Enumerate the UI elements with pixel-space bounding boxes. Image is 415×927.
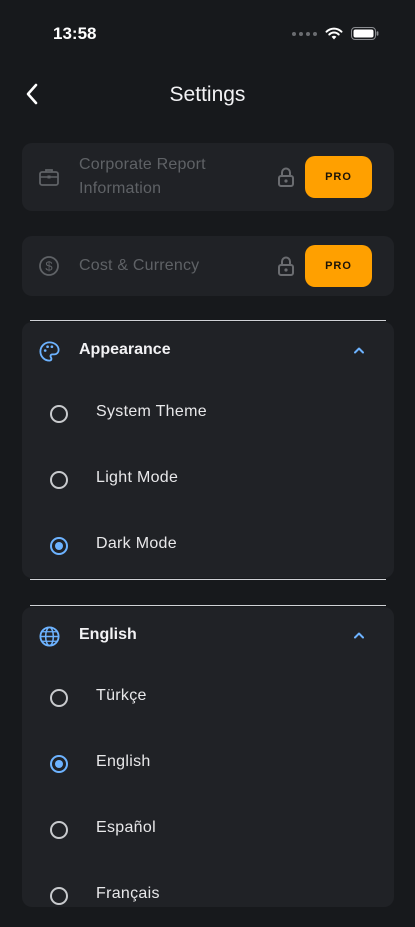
- language-section: English Türkçe English Español Français: [22, 607, 394, 907]
- radio-button[interactable]: [50, 471, 68, 489]
- divider: [30, 320, 386, 321]
- option-spanish[interactable]: Español: [22, 799, 394, 861]
- pro-badge-button[interactable]: PRO: [305, 245, 372, 287]
- option-label: Español: [96, 819, 156, 836]
- divider: [30, 605, 386, 606]
- lock-icon: [278, 167, 294, 187]
- option-label: Light Mode: [96, 469, 179, 486]
- appearance-title: Appearance: [79, 341, 171, 358]
- appearance-header[interactable]: Appearance: [22, 322, 394, 382]
- navigation-bar: Settings: [0, 64, 415, 126]
- cost-currency-item[interactable]: $ Cost & Currency PRO: [22, 236, 394, 296]
- option-light-mode[interactable]: Light Mode: [22, 449, 394, 511]
- option-label: Français: [96, 885, 160, 902]
- option-dark-mode[interactable]: Dark Mode: [22, 515, 394, 577]
- page-title: Settings: [169, 83, 246, 106]
- wifi-icon: [325, 27, 343, 40]
- dollar-circle-icon: $: [39, 256, 59, 276]
- corporate-report-label: Corporate Report Information: [79, 153, 206, 201]
- language-header[interactable]: English: [22, 607, 394, 667]
- svg-text:$: $: [45, 259, 53, 274]
- radio-button[interactable]: [50, 887, 68, 905]
- corporate-report-item[interactable]: Corporate Report Information PRO: [22, 143, 394, 211]
- briefcase-icon: [39, 169, 59, 186]
- divider: [30, 579, 386, 580]
- chevron-up-icon: [354, 632, 364, 639]
- palette-icon: [39, 341, 60, 362]
- cost-currency-label: Cost & Currency: [79, 257, 200, 274]
- option-label: English: [96, 753, 151, 770]
- option-system-theme[interactable]: System Theme: [22, 383, 394, 445]
- option-label: System Theme: [96, 403, 207, 420]
- radio-button[interactable]: [50, 405, 68, 423]
- battery-icon: [351, 27, 379, 40]
- status-bar: 13:58: [0, 0, 415, 64]
- status-time: 13:58: [53, 24, 97, 43]
- option-english[interactable]: English: [22, 733, 394, 795]
- globe-icon: [39, 626, 60, 647]
- cellular-signal-icon: [292, 31, 317, 36]
- option-label: Türkçe: [96, 687, 147, 704]
- radio-button[interactable]: [50, 821, 68, 839]
- chevron-up-icon: [354, 347, 364, 354]
- corporate-report-label-line1: Corporate Report: [79, 156, 206, 173]
- option-french[interactable]: Français: [22, 865, 394, 927]
- language-title: English: [79, 626, 137, 643]
- appearance-section: Appearance System Theme Light Mode Dark …: [22, 322, 394, 578]
- radio-button-selected[interactable]: [50, 537, 68, 555]
- option-label: Dark Mode: [96, 535, 177, 552]
- status-icons: [292, 27, 379, 40]
- pro-badge-button[interactable]: PRO: [305, 156, 372, 198]
- option-turkish[interactable]: Türkçe: [22, 667, 394, 729]
- radio-button-selected[interactable]: [50, 755, 68, 773]
- corporate-report-label-line2: Information: [79, 180, 162, 197]
- lock-icon: [278, 256, 294, 276]
- radio-button[interactable]: [50, 689, 68, 707]
